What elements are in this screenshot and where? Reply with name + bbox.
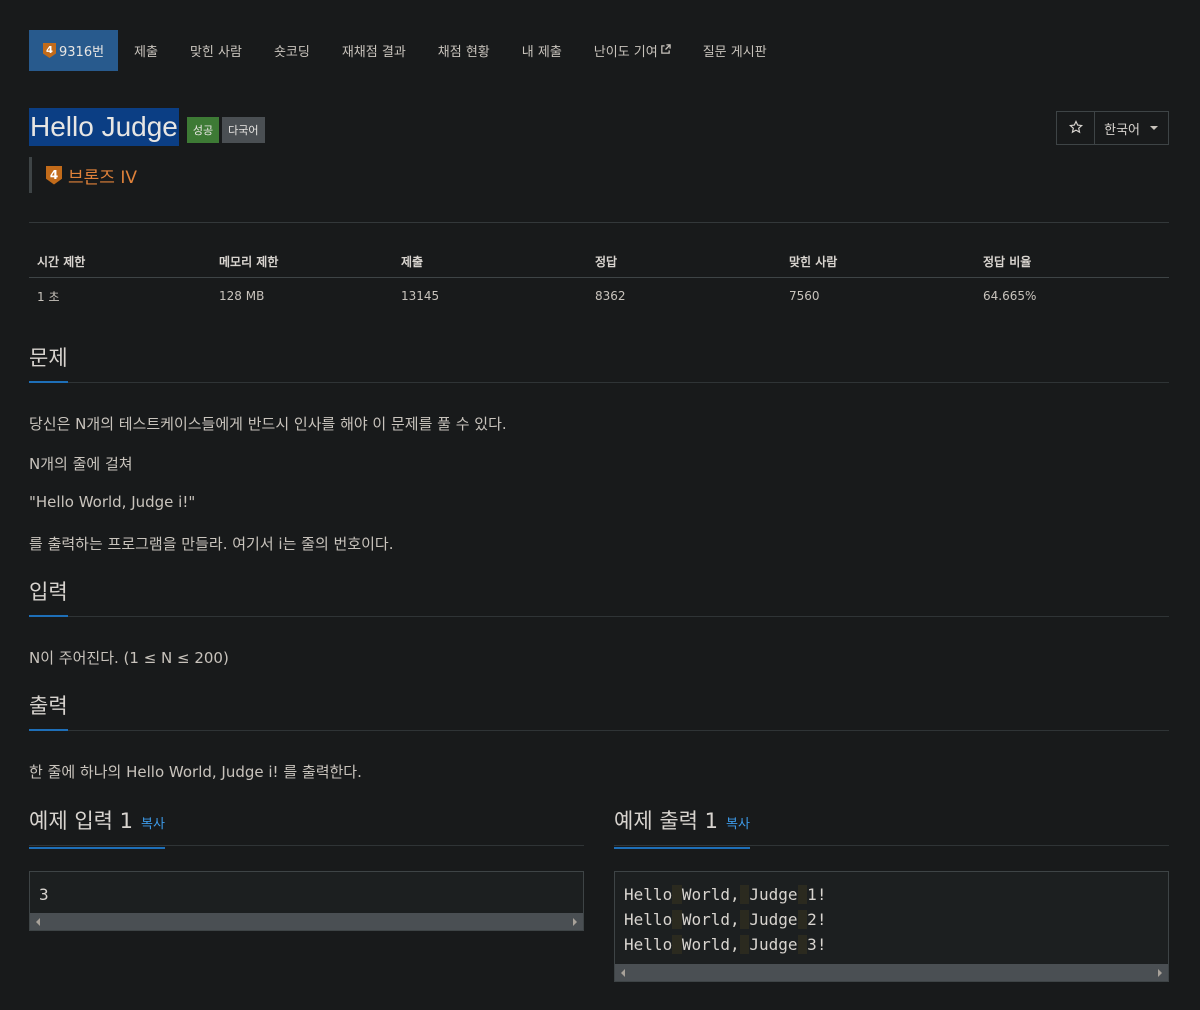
copy-sample-input-link[interactable]: 복사: [141, 817, 165, 832]
solved-users-value: 7560: [789, 289, 820, 303]
accept-ratio-value: 64.665%: [983, 289, 1037, 303]
tab-difficulty-contribution[interactable]: 난이도 기여: [578, 30, 687, 71]
favorite-button[interactable]: [1057, 112, 1096, 144]
header-solved-users: 맞힌 사람: [789, 255, 838, 269]
tab-short-coding[interactable]: 숏코딩: [258, 30, 326, 71]
description-line: N개의 줄에 걸쳐: [29, 455, 133, 473]
input-description: N이 주어진다. (1 ≤ N ≤ 200): [29, 649, 229, 667]
description-line: "Hello World, Judge i!": [29, 493, 196, 511]
tab-submit[interactable]: 제출: [118, 30, 174, 71]
external-link-icon: [660, 43, 671, 58]
sample-input-box[interactable]: 3: [29, 871, 584, 931]
memory-limit-value: 128 MB: [219, 289, 265, 303]
header-submissions: 제출: [401, 255, 424, 269]
divider: [29, 222, 1169, 223]
problem-nav: 4 9316번 제출 맞힌 사람 숏코딩 재채점 결과 채점 현황 내 제출 난…: [29, 30, 783, 71]
problem-actions: 한국어: [1056, 111, 1169, 145]
tab-label: 재채점 결과: [341, 45, 406, 60]
tab-my-submissions[interactable]: 내 제출: [506, 30, 578, 71]
multilang-badge: 다국어: [222, 117, 265, 143]
output-section-header: 출력: [29, 691, 1169, 731]
tab-label: 숏코딩: [273, 45, 310, 60]
problem-number: 9316번: [59, 45, 105, 60]
section-title: 입력: [29, 577, 68, 617]
bronze-tier-icon: 4: [46, 165, 62, 185]
sample-output-line: Hello World, Judge 3!: [624, 935, 827, 954]
sample-output-header: 예제 출력 1 복사: [614, 806, 1169, 849]
sample-output-title: 예제 출력 1 복사: [614, 806, 750, 849]
time-limit-value: 1 초: [37, 289, 60, 304]
scroll-right-icon[interactable]: [573, 918, 577, 926]
caret-down-icon: [1150, 126, 1158, 130]
tab-qna-board[interactable]: 질문 게시판: [687, 30, 783, 71]
accepted-value: 8362: [595, 289, 626, 303]
tab-rejudge-results[interactable]: 재채점 결과: [326, 30, 422, 71]
problem-info-table: 시간 제한 메모리 제한 제출 정답 맞힌 사람 정답 비율 1 초 128 M…: [29, 246, 1169, 314]
sample-output-heading: 예제 출력 1: [614, 809, 718, 833]
header-memory-limit: 메모리 제한: [219, 255, 279, 269]
tab-label: 난이도 기여: [593, 45, 658, 60]
tab-solved-users[interactable]: 맞힌 사람: [174, 30, 258, 71]
input-section-header: 입력: [29, 577, 1169, 617]
sample-input-title: 예제 입력 1 복사: [29, 806, 165, 849]
description-section-header: 문제: [29, 343, 1169, 383]
submissions-value: 13145: [401, 289, 440, 303]
header-time-limit: 시간 제한: [37, 255, 86, 269]
horizontal-scrollbar[interactable]: [615, 964, 1168, 981]
horizontal-scrollbar[interactable]: [30, 913, 583, 930]
scroll-right-icon[interactable]: [1158, 969, 1162, 977]
sample-input-header: 예제 입력 1 복사: [29, 806, 584, 849]
language-dropdown[interactable]: 한국어: [1095, 112, 1168, 144]
star-icon: [1068, 119, 1083, 138]
sample-input-text: 3: [39, 885, 49, 904]
problem-tier: 4 브론즈 IV: [29, 157, 137, 193]
output-description: 한 줄에 하나의 Hello World, Judge i! 를 출력한다.: [29, 763, 362, 781]
tab-label: 질문 게시판: [702, 45, 767, 60]
status-badge: 성공: [186, 117, 220, 143]
sample-input-heading: 예제 입력 1: [29, 809, 133, 833]
tier-label[interactable]: 브론즈 IV: [68, 163, 137, 188]
tab-problem[interactable]: 4 9316번: [29, 30, 119, 71]
bronze-tier-icon: 4: [43, 43, 56, 58]
section-title: 문제: [29, 343, 68, 383]
sample-output-box[interactable]: Hello World, Judge 1! Hello World, Judge…: [614, 871, 1169, 982]
table-row: 1 초 128 MB 13145 8362 7560 64.665%: [29, 278, 1169, 314]
section-title: 출력: [29, 691, 68, 731]
tab-label: 채점 현황: [437, 45, 490, 60]
header-accept-ratio: 정답 비율: [983, 255, 1032, 269]
scroll-left-icon[interactable]: [621, 969, 625, 977]
problem-header: Hello Judge 성공 다국어: [29, 108, 265, 146]
sample-output-text: Hello World, Judge 1! Hello World, Judge…: [615, 872, 1168, 957]
copy-sample-output-link[interactable]: 복사: [726, 817, 750, 832]
problem-title: Hello Judge: [29, 108, 179, 146]
language-label: 한국어: [1104, 122, 1140, 138]
sample-output-line: Hello World, Judge 1!: [624, 885, 827, 904]
tab-label: 제출: [134, 45, 158, 60]
description-line: 당신은 N개의 테스트케이스들에게 반드시 인사를 해야 이 문제를 풀 수 있…: [29, 415, 507, 433]
sample-output-line: Hello World, Judge 2!: [624, 910, 827, 929]
tab-label: 맞힌 사람: [189, 45, 242, 60]
description-line: 를 출력하는 프로그램을 만들라. 여기서 i는 줄의 번호이다.: [29, 535, 394, 553]
scroll-left-icon[interactable]: [36, 918, 40, 926]
tab-label: 내 제출: [521, 45, 562, 60]
tab-judge-status[interactable]: 채점 현황: [422, 30, 506, 71]
header-accepted: 정답: [595, 255, 618, 269]
table-header-row: 시간 제한 메모리 제한 제출 정답 맞힌 사람 정답 비율: [29, 246, 1169, 278]
